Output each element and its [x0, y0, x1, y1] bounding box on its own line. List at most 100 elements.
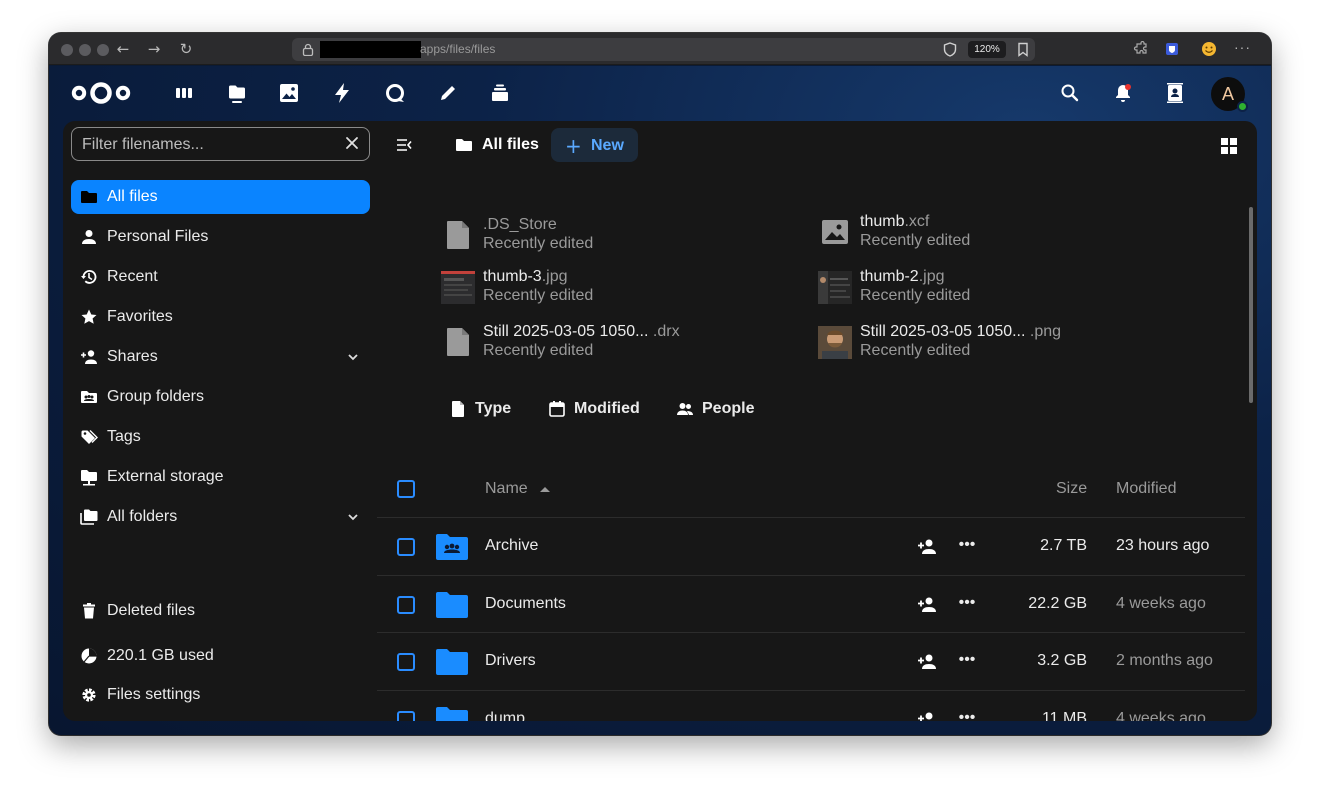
talk-icon[interactable] [384, 82, 406, 104]
file-size: 2.7 TB [1040, 537, 1087, 554]
reload-icon[interactable]: ↻ [176, 39, 196, 59]
table-row[interactable]: dump ••• 11 MB 4 weeks ago [377, 690, 1245, 721]
sidebar-item-group-folders[interactable]: Group folders [71, 380, 370, 414]
more-actions-icon[interactable]: ••• [957, 709, 977, 721]
zoom-window-button[interactable] [97, 44, 109, 56]
new-button[interactable]: + New [551, 128, 638, 162]
nextcloud-logo-icon[interactable] [69, 78, 133, 108]
group-folder-icon [436, 534, 468, 560]
sidebar-item-label: External storage [107, 468, 224, 485]
breadcrumb-label: All files [482, 136, 539, 153]
sidebar-item-shares[interactable]: Shares [71, 340, 370, 374]
photos-icon[interactable] [278, 82, 300, 104]
filter-label: People [702, 400, 755, 417]
sidebar-item-label: Favorites [107, 308, 173, 325]
zoom-level[interactable]: 120% [968, 41, 1006, 58]
share-add-person-icon[interactable] [917, 711, 937, 721]
recent-file-name: thumb-3.jpg [483, 268, 568, 286]
address-bar[interactable]: apps/files/files 120% [292, 38, 1035, 61]
back-icon[interactable]: ← [113, 39, 133, 59]
scrollbar[interactable] [1249, 207, 1253, 403]
thumbnail-image [818, 326, 852, 359]
sort-ascending-icon[interactable] [539, 485, 551, 493]
deck-icon[interactable] [489, 82, 511, 104]
file-modified: 23 hours ago [1116, 537, 1210, 554]
file-type-icon [452, 401, 464, 417]
recent-file-basename: Still 2025-03-05 1050... [860, 323, 1026, 340]
sidebar-item-all-files[interactable]: All files [71, 180, 370, 214]
avatar-initial: A [1221, 84, 1234, 104]
sidebar-item-all-folders[interactable]: All folders [71, 500, 370, 534]
chevron-down-icon[interactable] [346, 510, 360, 524]
sidebar-item-label: Files settings [107, 686, 201, 703]
files-icon[interactable] [226, 82, 248, 104]
notes-pencil-icon[interactable] [437, 82, 459, 104]
sidebar-item-label: Shares [107, 348, 158, 365]
online-status-badge [1237, 101, 1248, 112]
dashboard-icon[interactable] [173, 82, 195, 104]
column-size-header[interactable]: Size [1056, 480, 1087, 498]
clear-filter-icon[interactable] [344, 135, 360, 151]
chevron-down-icon[interactable] [346, 350, 360, 364]
close-window-button[interactable] [61, 44, 73, 56]
shield-icon[interactable] [943, 42, 957, 57]
column-name-header[interactable]: Name [485, 480, 528, 498]
storage-quota[interactable]: 220.1 GB used [71, 639, 370, 673]
recent-file-name: Still 2025-03-05 1050... .drx [483, 323, 680, 341]
new-button-label: New [591, 137, 624, 154]
recent-file-basename: Still 2025-03-05 1050... [483, 323, 649, 340]
table-row[interactable]: Archive ••• 2.7 TB 23 hours ago [377, 517, 1245, 575]
file-name[interactable]: Archive [485, 537, 538, 555]
share-add-person-icon[interactable] [917, 538, 937, 556]
minimize-window-button[interactable] [79, 44, 91, 56]
sidebar-item-favorites[interactable]: Favorites [71, 300, 370, 334]
toggle-navigation-icon[interactable] [395, 136, 413, 154]
sidebar-item-files-settings[interactable]: Files settings [71, 678, 370, 712]
extension-puzzle-icon[interactable] [1133, 41, 1149, 57]
person-icon [82, 230, 96, 244]
file-name[interactable]: Documents [485, 595, 566, 613]
folder-icon [436, 649, 468, 675]
browser-menu-icon[interactable]: ··· [1234, 39, 1251, 55]
table-row[interactable]: Documents ••• 22.2 GB 4 weeks ago [377, 575, 1245, 633]
sidebar-item-recent[interactable]: Recent [71, 260, 370, 294]
row-checkbox[interactable] [397, 653, 415, 671]
folder-icon [436, 592, 468, 618]
sidebar-item-tags[interactable]: Tags [71, 420, 370, 454]
row-checkbox[interactable] [397, 538, 415, 556]
recent-file-ext: .xcf [904, 213, 930, 230]
filter-label: Type [475, 400, 512, 417]
share-add-person-icon[interactable] [917, 596, 937, 614]
app-header: A [49, 66, 1271, 120]
emoji-extension-icon[interactable] [1201, 41, 1217, 57]
more-actions-icon[interactable]: ••• [957, 594, 977, 614]
thumbnail-image [818, 271, 852, 304]
more-actions-icon[interactable]: ••• [957, 651, 977, 671]
share-add-person-icon[interactable] [917, 653, 937, 671]
sidebar-item-deleted-files[interactable]: Deleted files [71, 594, 370, 628]
more-actions-icon[interactable]: ••• [957, 536, 977, 556]
bitwarden-icon[interactable] [1164, 41, 1180, 57]
row-checkbox[interactable] [397, 711, 415, 721]
forward-icon[interactable]: → [144, 39, 164, 59]
contacts-icon[interactable] [1164, 82, 1186, 104]
file-size: 11 MB [1041, 710, 1087, 721]
file-name[interactable]: dump [485, 710, 525, 721]
user-avatar[interactable]: A [1211, 77, 1248, 112]
trash-icon [83, 603, 95, 619]
star-icon [81, 309, 97, 324]
row-checkbox[interactable] [397, 596, 415, 614]
column-modified-header[interactable]: Modified [1116, 480, 1176, 498]
filter-filenames-input[interactable]: Filter filenames... [71, 127, 370, 161]
sidebar-item-external-storage[interactable]: External storage [71, 460, 370, 494]
reader-icon[interactable] [1016, 42, 1030, 57]
table-row[interactable]: Drivers ••• 3.2 GB 2 months ago [377, 632, 1245, 690]
search-icon[interactable] [1059, 82, 1081, 104]
file-name[interactable]: Drivers [485, 652, 536, 670]
grid-view-icon[interactable] [1220, 137, 1238, 155]
select-all-checkbox[interactable] [397, 480, 415, 498]
file-size: 22.2 GB [1028, 595, 1087, 612]
notifications-bell-icon[interactable] [1112, 82, 1134, 104]
activity-icon[interactable] [331, 82, 353, 104]
sidebar-item-personal-files[interactable]: Personal Files [71, 220, 370, 254]
